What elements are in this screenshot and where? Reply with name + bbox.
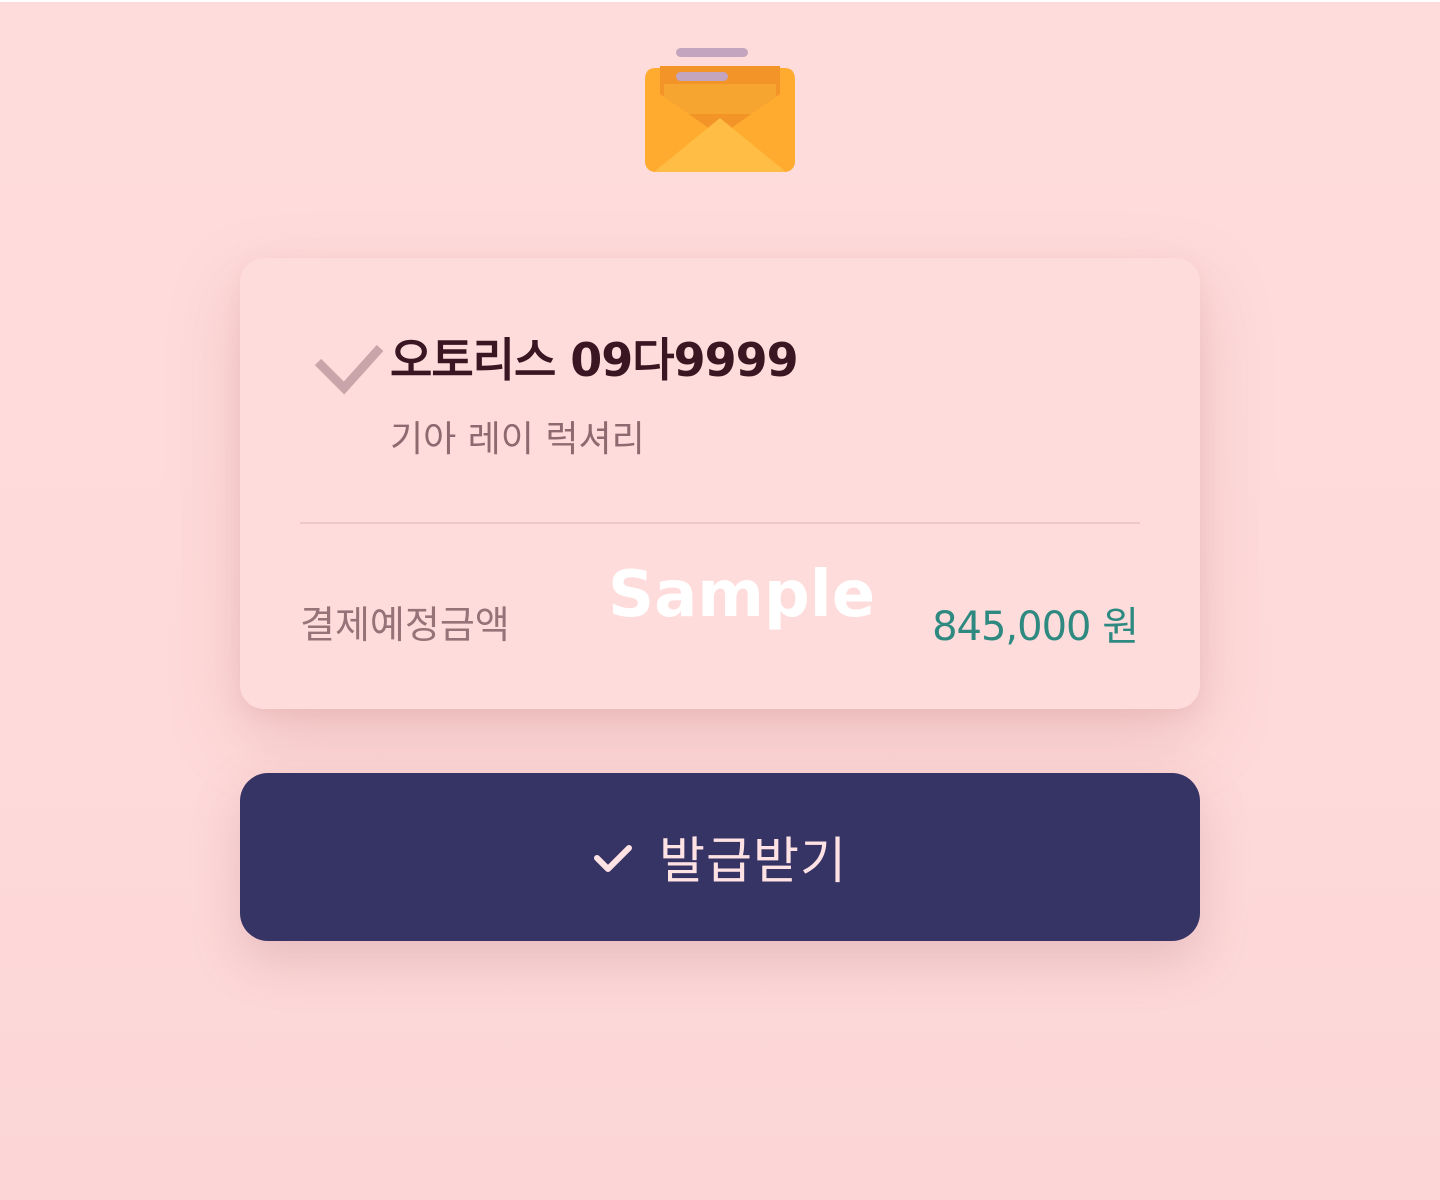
- payment-amount-label: 결제예정금액: [300, 603, 510, 647]
- vehicle-plate: 오토리스 09다9999: [390, 333, 799, 387]
- sample-watermark: Sample: [608, 558, 876, 632]
- vehicle-card: 오토리스 09다9999 기아 레이 럭셔리 결제예정금액 Sample 845…: [240, 258, 1200, 709]
- check-icon: [594, 845, 632, 872]
- issue-button-content: 발급받기: [240, 773, 1200, 941]
- top-strip: [0, 0, 1440, 2]
- check-icon: [314, 344, 384, 395]
- issue-button[interactable]: 발급받기: [240, 773, 1200, 941]
- payment-amount-value: 845,000 원: [932, 604, 1139, 650]
- mail-open-icon: [645, 48, 795, 172]
- divider: [300, 522, 1140, 524]
- issue-button-label: 발급받기: [659, 833, 847, 889]
- vehicle-model: 기아 레이 럭셔리: [390, 419, 645, 460]
